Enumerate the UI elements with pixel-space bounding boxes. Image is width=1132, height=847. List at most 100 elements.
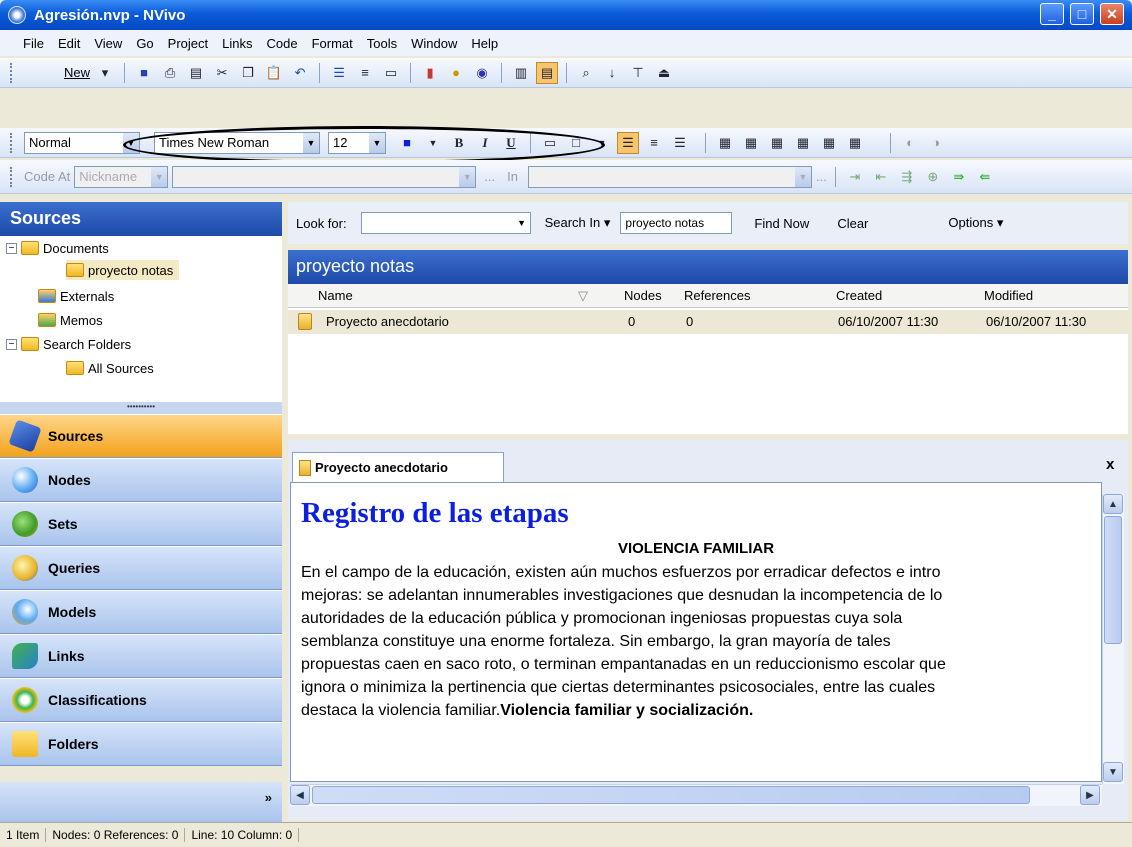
print-preview-icon[interactable]: ▤ (185, 62, 207, 84)
font-color-icon[interactable]: ■ (396, 132, 418, 154)
sort-icon[interactable]: ↓ (601, 62, 623, 84)
in-select[interactable]: ▼ (527, 165, 812, 188)
tree-item-search-folders[interactable]: − Search Folders (6, 334, 131, 354)
code-in-vivo-icon[interactable]: ⇶ (896, 166, 918, 188)
font-select[interactable]: Times New Roman ▼ (154, 131, 320, 154)
dropdown-icon[interactable]: ▾ (94, 62, 116, 84)
border-icon[interactable]: □ (565, 132, 587, 154)
scroll-right-icon[interactable]: ▶ (1080, 785, 1100, 805)
grid-icon[interactable]: ▦ (740, 132, 762, 154)
align-left-icon[interactable]: ☰ (617, 131, 639, 154)
column-header-modified[interactable]: Modified (984, 288, 1033, 303)
chart-icon[interactable]: ▮ (419, 62, 441, 84)
nav-nodes[interactable]: Nodes (0, 458, 282, 502)
scroll-up-icon[interactable]: ▲ (1103, 494, 1123, 514)
highlight-coding-icon[interactable]: ◑ (925, 132, 947, 154)
tree-item-externals[interactable]: Externals (38, 286, 114, 306)
globe-icon[interactable]: ◉ (471, 62, 493, 84)
table-row[interactable]: Proyecto anecdotario 0 0 06/10/2007 11:3… (288, 310, 1128, 334)
underline-button[interactable]: U (500, 132, 522, 154)
nav-links[interactable]: Links (0, 634, 282, 678)
close-detail-button[interactable]: x (1106, 456, 1114, 473)
tree-item-memos[interactable]: Memos (38, 310, 103, 330)
menu-view[interactable]: View (93, 36, 123, 51)
close-button[interactable]: ✕ (1100, 3, 1124, 25)
italic-button[interactable]: I (474, 132, 496, 154)
grid-icon[interactable]: ▦ (714, 132, 736, 154)
panel-splitter[interactable]: •••••••••• (0, 402, 282, 414)
uncode-selection-icon[interactable]: ⇚ (974, 166, 996, 188)
minimize-button[interactable]: _ (1040, 3, 1064, 25)
detail-view-icon[interactable]: ▤ (536, 61, 559, 84)
export-icon[interactable]: ⏏ (653, 62, 675, 84)
nav-folders[interactable]: Folders (0, 722, 282, 766)
clear-button[interactable]: Clear (837, 216, 868, 231)
menu-tools[interactable]: Tools (366, 36, 398, 51)
menu-code[interactable]: Code (265, 36, 298, 51)
search-in-button[interactable]: Search In ▾ (545, 215, 611, 231)
menu-project[interactable]: Project (167, 36, 209, 51)
model-icon[interactable]: ● (445, 62, 467, 84)
grid-icon[interactable]: ▦ (844, 132, 866, 154)
node-select[interactable]: ▼ (172, 165, 477, 188)
save-icon[interactable]: ■ (133, 62, 155, 84)
table-icon[interactable]: ▭ (380, 62, 402, 84)
tree-item-documents[interactable]: − Documents (6, 238, 109, 258)
tree-item-proyecto-notas[interactable]: proyecto notas (66, 260, 180, 280)
horizontal-scrollbar[interactable]: ◀ ▶ (290, 784, 1102, 806)
maximize-button[interactable]: □ (1070, 3, 1094, 25)
browse-in-button[interactable]: ... (816, 169, 827, 184)
nav-classifications[interactable]: Classifications (0, 678, 282, 722)
tab-proyecto-anecdotario[interactable]: Proyecto anecdotario (292, 452, 504, 482)
code-selection-icon[interactable]: ⇛ (948, 166, 970, 188)
vertical-scrollbar[interactable]: ▲ ▼ (1102, 494, 1124, 784)
grid-icon[interactable]: ▦ (792, 132, 814, 154)
new-button[interactable]: New (64, 65, 90, 80)
column-header-name[interactable]: Name (318, 288, 353, 303)
style-select[interactable]: Normal ▼ (24, 131, 140, 154)
menu-help[interactable]: Help (470, 36, 499, 51)
list-icon[interactable]: ☰ (328, 62, 350, 84)
menu-links[interactable]: Links (221, 36, 253, 51)
nav-sets[interactable]: Sets (0, 502, 282, 546)
cut-icon[interactable]: ✂ (211, 62, 233, 84)
copy-icon[interactable]: ❐ (237, 62, 259, 84)
paste-icon[interactable]: 📋 (263, 62, 285, 84)
code-icon[interactable]: ⇥ (844, 166, 866, 188)
scroll-left-icon[interactable]: ◀ (290, 785, 310, 805)
options-button[interactable]: Options ▾ (948, 215, 1003, 231)
collapse-icon[interactable]: − (6, 338, 17, 350)
horizontal-scroll-thumb[interactable] (312, 786, 1030, 804)
menu-window[interactable]: Window (410, 36, 458, 51)
align-right-icon[interactable]: ☰ (669, 132, 691, 154)
menu-format[interactable]: Format (311, 36, 354, 51)
column-header-created[interactable]: Created (836, 288, 882, 303)
menu-edit[interactable]: Edit (57, 36, 81, 51)
collapse-icon[interactable]: − (6, 242, 17, 254)
find-now-button[interactable]: Find Now (754, 216, 809, 231)
scroll-down-icon[interactable]: ▼ (1103, 762, 1123, 782)
bold-button[interactable]: B (448, 132, 470, 154)
indent-icon[interactable]: ≡ (354, 62, 376, 84)
chevron-down-icon[interactable]: ▼ (591, 132, 613, 154)
font-size-select[interactable]: 12 ▼ (328, 131, 386, 154)
search-in-field[interactable]: proyecto notas (620, 212, 733, 234)
coding-stripes-icon[interactable]: ◐ (899, 132, 921, 154)
vertical-scroll-thumb[interactable] (1104, 516, 1122, 644)
nav-queries[interactable]: Queries (0, 546, 282, 590)
uncode-icon[interactable]: ⇤ (870, 166, 892, 188)
look-for-input[interactable]: ▼ (360, 212, 531, 234)
document-content[interactable]: Registro de las etapas VIOLENCIA FAMILIA… (290, 482, 1102, 782)
panel-icon[interactable]: ▥ (510, 62, 532, 84)
menu-go[interactable]: Go (135, 36, 154, 51)
undo-icon[interactable]: ↶ (289, 62, 311, 84)
column-header-references[interactable]: References (684, 288, 750, 303)
menu-file[interactable]: File (22, 36, 45, 51)
print-icon[interactable]: ⎙ (159, 62, 181, 84)
new-node-icon[interactable]: ⊕ (922, 166, 944, 188)
nickname-select[interactable]: Nickname ▼ (74, 165, 169, 188)
column-header-nodes[interactable]: Nodes (624, 288, 662, 303)
nav-more-button[interactable]: » (0, 782, 282, 822)
browse-nodes-button[interactable]: ... (484, 169, 495, 184)
highlight-icon[interactable]: ▭ (539, 132, 561, 154)
